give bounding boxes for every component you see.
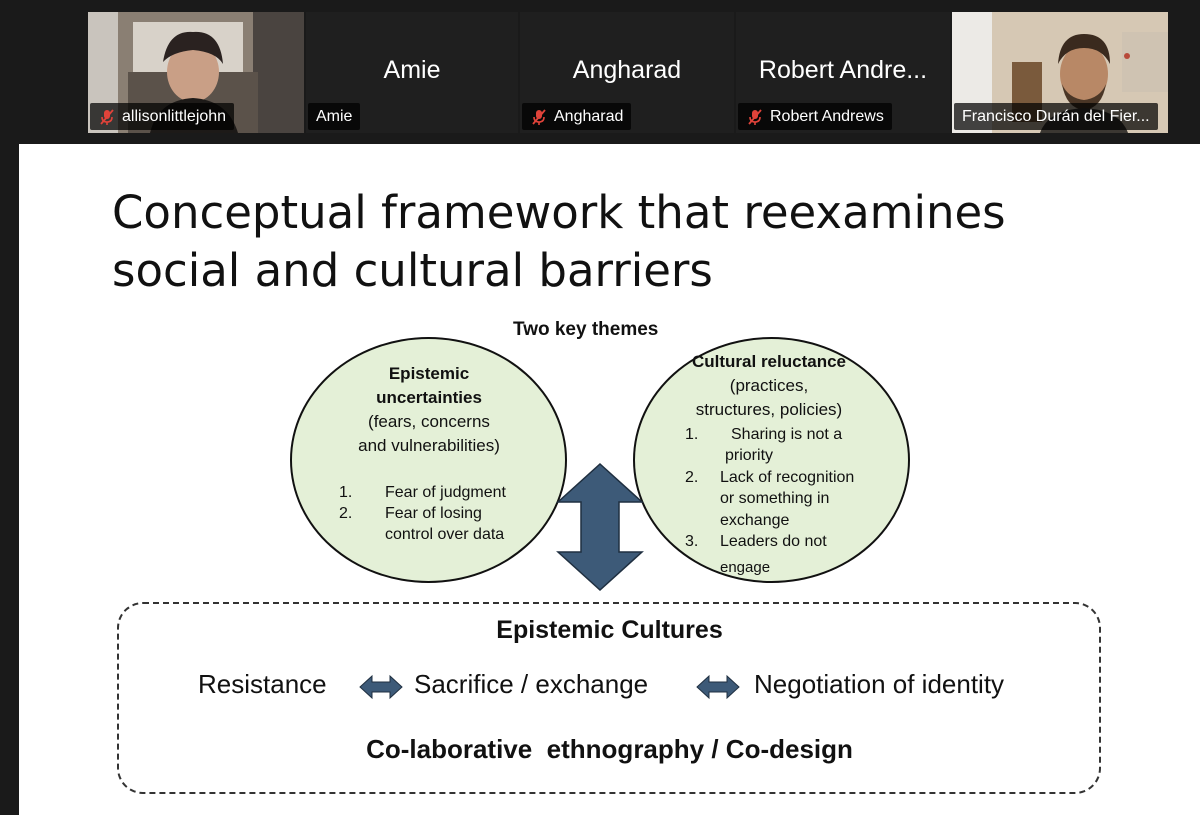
list-number: 2.: [339, 505, 353, 522]
subheading-line: (fears, concerns: [368, 412, 490, 431]
right-circle-heading: Cultural reluctance: [692, 352, 846, 371]
participant-name-tag: Amie: [308, 103, 361, 130]
list-item: Sharing is not a: [731, 426, 843, 443]
double-arrow-icon: [696, 674, 740, 700]
participant-tile-allisonlittlejohn[interactable]: allisonlittlejohn: [88, 12, 304, 133]
subheading-line: (practices,: [729, 376, 809, 395]
list-number: 3.: [685, 533, 699, 550]
list-item: engage: [720, 559, 771, 576]
participant-name: Francisco Durán del Fier...: [962, 107, 1150, 125]
mic-muted-icon: [100, 108, 114, 125]
mic-muted-icon: [748, 108, 762, 125]
epistemic-cultures-title: Epistemic Cultures: [496, 616, 723, 644]
list-item: Lack of recognition: [720, 469, 855, 486]
slide-title-line: social and cultural barriers: [112, 244, 713, 297]
list-number: 2.: [685, 469, 699, 486]
participant-tile-francisco[interactable]: Francisco Durán del Fier...: [952, 12, 1168, 133]
flow-sacrifice-exchange: Sacrifice / exchange: [414, 669, 649, 699]
heading-line: Epistemic: [388, 364, 470, 383]
co-laborative-label: Co-laborative ethnography / Co-design: [366, 734, 853, 764]
participant-strip: allisonlittlejohn Amie Amie Angharad Ang…: [0, 0, 1200, 140]
list-item: Fear of losing: [385, 505, 482, 522]
participant-name: allisonlittlejohn: [122, 107, 227, 125]
heading-line: uncertainties: [376, 388, 482, 407]
participant-display-name: Angharad: [572, 56, 682, 84]
vertical-double-arrow-icon: [556, 462, 644, 592]
slide-title-line: Conceptual framework that reexamines: [112, 186, 1006, 239]
participant-name: Angharad: [554, 107, 624, 125]
participant-display-name: Amie: [383, 56, 441, 84]
double-arrow-icon: [359, 674, 403, 700]
slide-title: Conceptual framework that reexamines soc…: [112, 184, 1112, 300]
right-circle-subheading: (practices, structures, policies): [659, 374, 879, 422]
participant-name: Robert Andrews: [770, 107, 884, 125]
flow-resistance: Resistance: [198, 669, 327, 699]
left-circle-subheading: (fears, concerns and vulnerabilities): [319, 410, 539, 458]
right-circle-list: 1. Sharing is not a priority 2. Lack of …: [685, 424, 885, 576]
list-item: control over data: [385, 526, 505, 543]
participant-name: Amie: [316, 107, 353, 125]
list-item: Fear of judgment: [385, 484, 506, 501]
list-item: priority: [725, 447, 774, 464]
flow-negotiation-identity: Negotiation of identity: [754, 669, 1005, 699]
list-number: 1.: [339, 484, 353, 501]
left-circle-list: 1. Fear of judgment 2. Fear of losing co…: [339, 482, 539, 552]
participant-name-tag: Angharad: [522, 103, 632, 130]
left-circle-heading: Epistemic uncertainties: [319, 362, 539, 410]
themes-label: Two key themes: [513, 319, 659, 340]
participant-tile-robert-andrews[interactable]: Robert Andre... Robert Andrews: [736, 12, 950, 133]
participant-name-tag: Robert Andrews: [738, 103, 892, 130]
mic-muted-icon: [532, 108, 546, 125]
participant-name-tag: allisonlittlejohn: [90, 103, 235, 130]
list-item: exchange: [720, 512, 790, 529]
list-item: Leaders do not: [720, 533, 827, 550]
participant-name-tag: Francisco Durán del Fier...: [954, 103, 1158, 130]
subheading-line: and vulnerabilities): [358, 436, 500, 455]
list-item: or something in: [720, 490, 830, 507]
subheading-line: structures, policies): [695, 400, 843, 419]
participant-tile-angharad[interactable]: Angharad Angharad: [520, 12, 734, 133]
shared-slide: Conceptual framework that reexamines soc…: [19, 144, 1200, 815]
participant-tile-amie[interactable]: Amie Amie: [306, 12, 518, 133]
list-number: 1.: [685, 426, 699, 443]
participant-display-name: Robert Andre...: [758, 56, 928, 84]
